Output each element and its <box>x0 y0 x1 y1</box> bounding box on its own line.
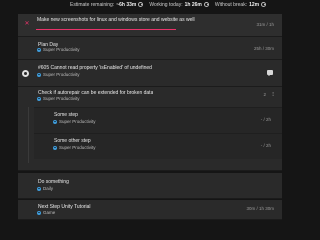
project-label: Super Productivity <box>43 72 80 77</box>
project-icon <box>37 210 41 215</box>
without-break: Without break: 12m <box>214 1 267 8</box>
project-tag: Super Productivity <box>37 72 80 77</box>
break-label: Without break: <box>214 1 248 8</box>
project-tag: Daily <box>37 186 53 191</box>
clock-icon <box>261 2 267 7</box>
subtask-time[interactable]: - / 2h <box>261 117 271 122</box>
task-title[interactable]: #605 Cannot read property 'isEnabled' of… <box>38 65 152 71</box>
current-task-indicator <box>36 29 176 30</box>
task-title[interactable]: Make new screenshots for linux and windo… <box>37 17 195 23</box>
subtask-item[interactable]: Some step Super Productivity - / 2h <box>34 107 282 133</box>
project-icon <box>37 72 41 77</box>
working-label: Working today: <box>149 1 183 8</box>
project-tag: Super Productivity <box>53 145 96 150</box>
clock-icon <box>203 2 209 7</box>
subtask-title[interactable]: Some step <box>54 112 78 118</box>
estimate-label: Estimate remaining: <box>70 1 115 8</box>
working-today: Working today: 1h 26m <box>149 2 209 8</box>
task-time[interactable]: 31m / 1h <box>256 22 274 27</box>
break-value: 12m <box>249 1 260 8</box>
note-icon[interactable] <box>267 70 273 77</box>
project-tag: Super Productivity <box>37 47 80 52</box>
task-time[interactable]: 25h / 30m <box>254 46 274 51</box>
subtask-time[interactable]: - / 2h <box>261 143 271 148</box>
project-icon <box>37 47 41 52</box>
project-icon <box>37 96 41 101</box>
close-icon[interactable]: ✕ <box>24 21 30 27</box>
work-stats-bar: Estimate remaining: ~6h 33m Working toda… <box>0 0 300 9</box>
project-label: Game <box>43 210 56 215</box>
task-time[interactable]: 2 <box>263 92 266 97</box>
task-item-with-subtasks[interactable]: Check if autorepair can be extended for … <box>18 87 282 171</box>
github-icon <box>22 70 29 77</box>
project-tag: Game <box>37 210 55 215</box>
project-label: Super Productivity <box>59 119 96 124</box>
project-label: Super Productivity <box>59 145 96 150</box>
project-tag: Super Productivity <box>53 119 96 124</box>
project-label: Daily <box>43 186 54 191</box>
current-task[interactable]: ✕ Make new screenshots for linux and win… <box>18 14 282 37</box>
task-item[interactable]: Do something Daily <box>18 173 282 199</box>
clock-icon <box>138 2 144 7</box>
project-icon <box>53 145 57 150</box>
task-item[interactable]: Next Step Unity Tutorial Game 30m / 1h 3… <box>18 200 282 220</box>
project-label: Super Productivity <box>43 96 80 101</box>
task-item[interactable]: Plan Day Super Productivity 25h / 30m <box>18 37 282 60</box>
task-title[interactable]: Do something <box>38 179 69 185</box>
subtask-divider <box>28 107 29 163</box>
working-value: 1h 26m <box>184 1 202 8</box>
project-icon <box>53 119 57 124</box>
project-tag: Super Productivity <box>37 96 80 101</box>
project-icon <box>37 186 41 191</box>
estimate-remaining: Estimate remaining: ~6h 33m <box>70 1 144 8</box>
task-time[interactable]: 30m / 1h 30m <box>246 206 274 211</box>
task-list: ✕ Make new screenshots for linux and win… <box>18 14 282 220</box>
subtask-toggle-icon[interactable]: ⁝ <box>272 91 274 98</box>
subtask-item[interactable]: Some other step Super Productivity - / 2… <box>34 133 282 159</box>
subtask-title[interactable]: Some other step <box>54 138 91 144</box>
project-label: Super Productivity <box>43 47 80 52</box>
task-item[interactable]: #605 Cannot read property 'isEnabled' of… <box>18 60 282 87</box>
estimate-value: ~6h 33m <box>116 1 137 8</box>
